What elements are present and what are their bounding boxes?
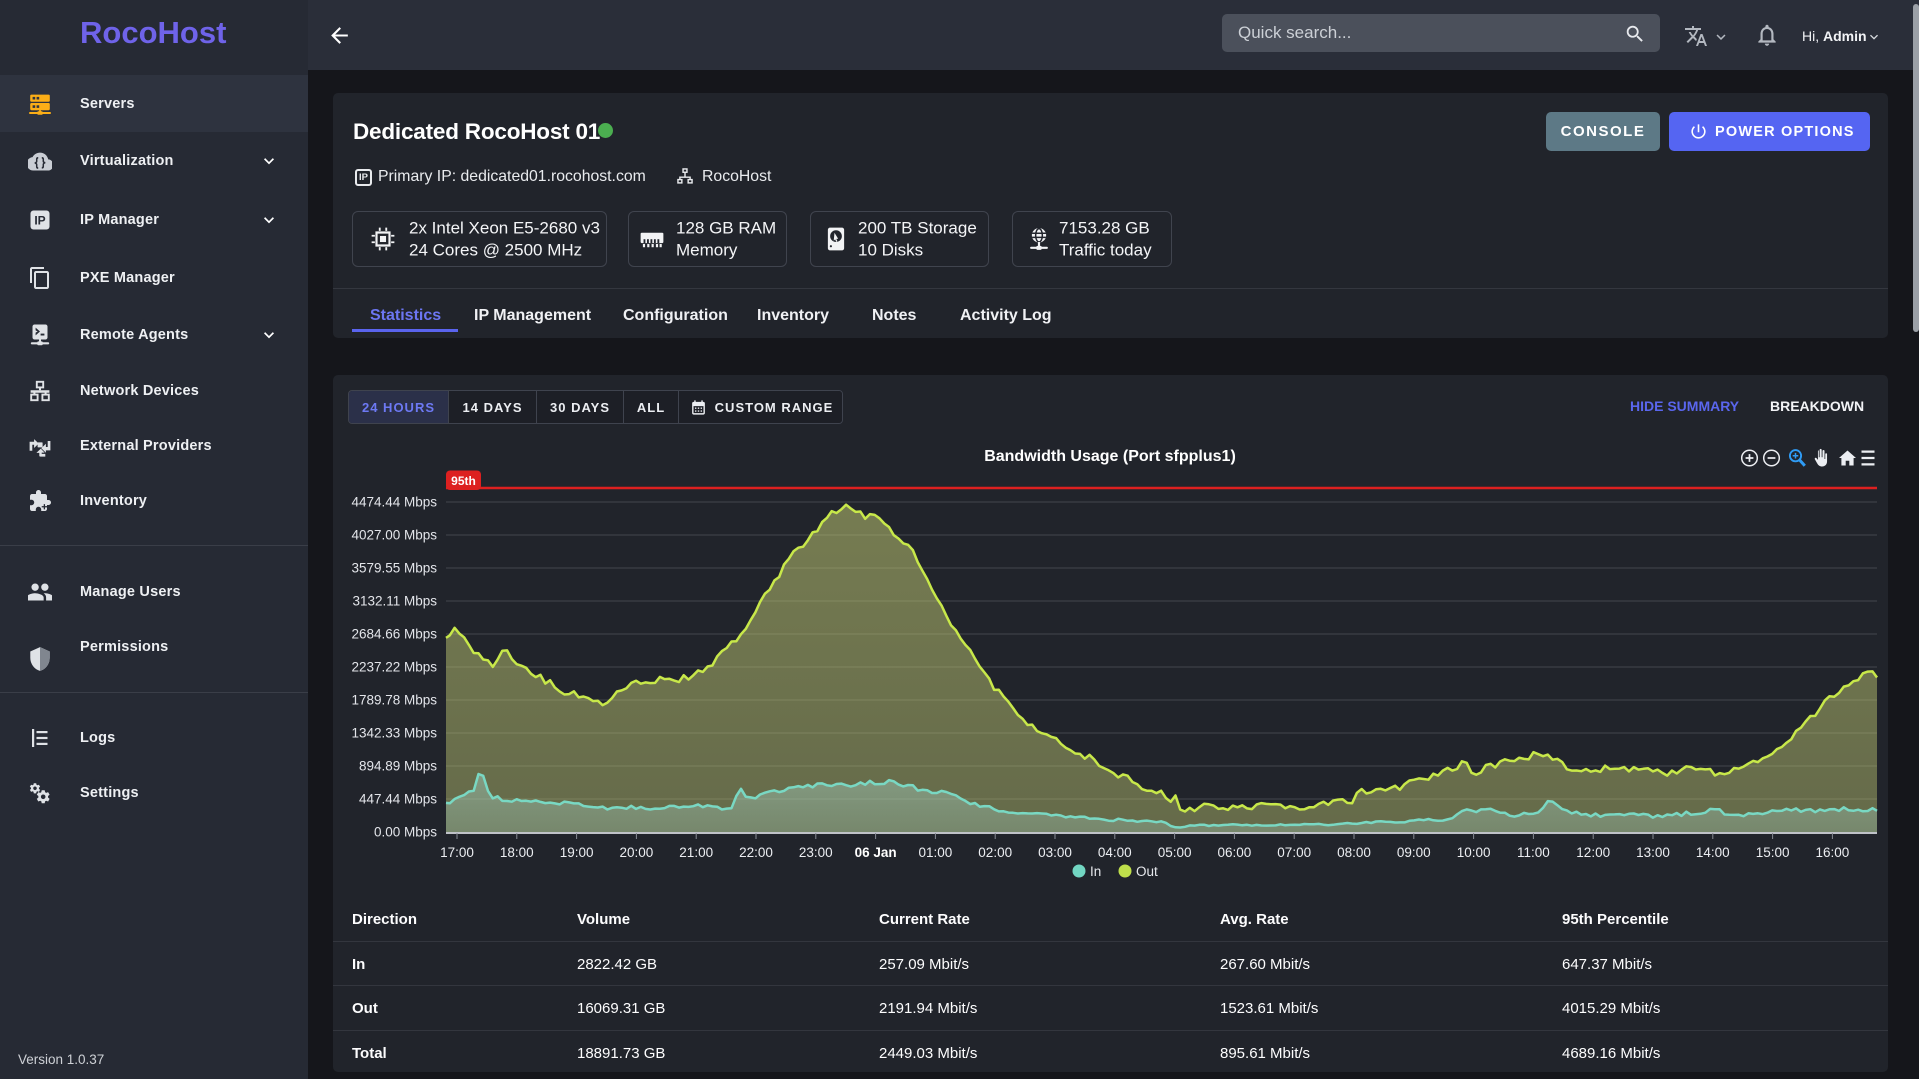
svg-text:3579.55 Mbps: 3579.55 Mbps [351, 561, 437, 576]
svg-text:10:00: 10:00 [1457, 845, 1491, 860]
svg-text:23:00: 23:00 [799, 845, 833, 860]
svg-text:06 Jan: 06 Jan [855, 845, 897, 860]
svg-text:11:00: 11:00 [1517, 845, 1550, 860]
svg-text:04:00: 04:00 [1098, 845, 1132, 860]
svg-text:15:00: 15:00 [1756, 845, 1790, 860]
svg-text:14:00: 14:00 [1696, 845, 1730, 860]
svg-text:2237.22 Mbps: 2237.22 Mbps [351, 660, 437, 675]
svg-text:894.89 Mbps: 894.89 Mbps [359, 759, 437, 774]
svg-text:17:00: 17:00 [440, 845, 474, 860]
svg-text:19:00: 19:00 [560, 845, 594, 860]
svg-text:12:00: 12:00 [1576, 845, 1610, 860]
svg-text:08:00: 08:00 [1337, 845, 1371, 860]
svg-text:4027.00 Mbps: 4027.00 Mbps [351, 528, 437, 543]
svg-text:16:00: 16:00 [1816, 845, 1850, 860]
svg-text:IP: IP [34, 213, 45, 227]
svg-text:18:00: 18:00 [500, 845, 534, 860]
svg-text:13:00: 13:00 [1636, 845, 1670, 860]
svg-text:22:00: 22:00 [739, 845, 773, 860]
svg-text:2684.66 Mbps: 2684.66 Mbps [351, 627, 437, 642]
svg-text:02:00: 02:00 [978, 845, 1012, 860]
svg-text:95th: 95th [451, 474, 476, 488]
svg-text:Out: Out [1136, 864, 1158, 879]
svg-text:05:00: 05:00 [1158, 845, 1192, 860]
svg-text:21:00: 21:00 [679, 845, 713, 860]
svg-text:447.44 Mbps: 447.44 Mbps [359, 792, 437, 807]
svg-text:Bandwidth Usage (Port sfpplus1: Bandwidth Usage (Port sfpplus1) [984, 448, 1236, 465]
svg-text:4474.44 Mbps: 4474.44 Mbps [351, 495, 437, 510]
svg-text:3132.11 Mbps: 3132.11 Mbps [352, 594, 437, 609]
svg-text:06:00: 06:00 [1218, 845, 1252, 860]
svg-text:1342.33 Mbps: 1342.33 Mbps [351, 726, 437, 741]
svg-text:0.00 Mbps: 0.00 Mbps [374, 825, 437, 840]
svg-text:01:00: 01:00 [919, 845, 953, 860]
svg-text:09:00: 09:00 [1397, 845, 1431, 860]
svg-text:1789.78 Mbps: 1789.78 Mbps [351, 693, 437, 708]
svg-text:03:00: 03:00 [1038, 845, 1072, 860]
svg-text:07:00: 07:00 [1277, 845, 1311, 860]
svg-text:20:00: 20:00 [620, 845, 654, 860]
svg-text:In: In [1090, 864, 1101, 879]
